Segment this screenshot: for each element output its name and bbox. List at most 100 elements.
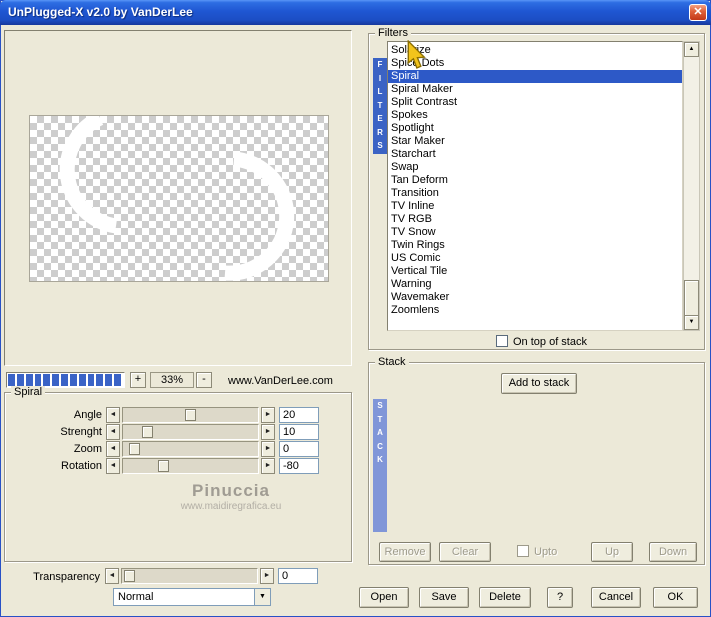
filter-list-item[interactable]: Warning [388, 278, 682, 291]
add-to-stack-button[interactable]: Add to stack [501, 373, 577, 394]
slider-track[interactable] [122, 458, 259, 474]
zoom-out-button[interactable]: - [196, 372, 212, 388]
slider-thumb[interactable] [158, 460, 169, 472]
slider-track[interactable] [122, 424, 259, 440]
scrollbar-thumb[interactable] [684, 280, 699, 316]
title-bar[interactable]: UnPlugged-X v2.0 by VanDerLee ✕ [0, 0, 711, 25]
dialog-window: UnPlugged-X v2.0 by VanDerLee ✕ + 33% - … [0, 0, 711, 617]
filter-list-item[interactable]: Spokes [388, 109, 682, 122]
filter-list-item[interactable]: Spiral Maker [388, 83, 682, 96]
preview-panel[interactable] [4, 30, 352, 366]
filter-list-item[interactable]: TV RGB [388, 213, 682, 226]
filter-list-item[interactable]: TV Snow [388, 226, 682, 239]
slider-row: Zoom ◄ ► [5, 441, 351, 457]
slider-track[interactable] [122, 407, 259, 423]
slider-track[interactable] [122, 441, 259, 457]
filter-list-item[interactable]: Wavemaker [388, 291, 682, 304]
progress-segment [114, 374, 121, 386]
transparency-thumb[interactable] [124, 570, 135, 582]
transparency-value-input[interactable] [278, 568, 318, 584]
filter-list-item[interactable]: Solarize [388, 44, 682, 57]
filter-list-scrollbar[interactable]: ▲ ▼ [683, 41, 700, 331]
stack-group: Stack Add to stack STACK Remove Clear Up… [368, 356, 705, 565]
filter-list-item[interactable]: TV Inline [388, 200, 682, 213]
progress-segment [78, 374, 86, 386]
vendor-website-label[interactable]: www.VanDerLee.com [228, 375, 333, 387]
transparency-right-arrow[interactable]: ► [260, 568, 274, 584]
clear-button[interactable]: Clear [439, 542, 491, 562]
blend-mode-combobox[interactable]: Normal ▼ [113, 588, 271, 606]
slider-row: Angle ◄ ► [5, 407, 351, 423]
up-button[interactable]: Up [591, 542, 633, 562]
progress-segment [52, 374, 60, 386]
filter-list-item[interactable]: US Comic [388, 252, 682, 265]
transparency-left-arrow[interactable]: ◄ [105, 568, 119, 584]
checkbox-icon[interactable] [517, 545, 529, 557]
progress-segment [16, 374, 24, 386]
filter-list-item[interactable]: Spice Dots [388, 57, 682, 70]
combo-dropdown-button[interactable]: ▼ [254, 589, 270, 605]
spiral-group: Spiral Angle ◄ ► Strenght ◄ ► Zoom ◄ ► Rotation ◄ ►… [4, 386, 352, 562]
filter-list-item[interactable]: Starchart [388, 148, 682, 161]
transparency-track[interactable] [121, 568, 258, 584]
slider-value-input[interactable] [279, 407, 319, 423]
blend-mode-value: Normal [118, 591, 154, 603]
zoom-in-button[interactable]: + [130, 372, 146, 388]
slider-thumb[interactable] [185, 409, 196, 421]
progress-segment [96, 374, 104, 386]
slider-left-arrow[interactable]: ◄ [106, 458, 120, 474]
slider-value-input[interactable] [279, 424, 319, 440]
filter-list-item[interactable]: Split Contrast [388, 96, 682, 109]
filters-vertical-tab: FILTERS [373, 58, 387, 154]
spiral-preview-shapes [59, 116, 295, 281]
slider-right-arrow[interactable]: ► [261, 458, 275, 474]
spiral-group-title: Spiral [11, 386, 46, 398]
slider-left-arrow[interactable]: ◄ [106, 441, 120, 457]
filter-list[interactable]: Solarize Spice Dots Spiral Spiral Maker Spli… [387, 41, 683, 331]
filter-list-item[interactable]: Zoomlens [388, 304, 682, 317]
chevron-down-icon: ▼ [259, 593, 266, 600]
watermark-url: www.maidiregrafica.eu [180, 501, 282, 512]
slider-row: Rotation ◄ ► [5, 458, 351, 474]
slider-thumb[interactable] [129, 443, 140, 455]
open-button[interactable]: Open [359, 587, 409, 608]
filter-list-item[interactable]: Transition [388, 187, 682, 200]
slider-right-arrow[interactable]: ► [261, 441, 275, 457]
down-button[interactable]: Down [649, 542, 697, 562]
slider-right-arrow[interactable]: ► [261, 407, 275, 423]
transparency-label: Transparency [33, 571, 100, 583]
filter-list-item[interactable]: Spiral [388, 70, 682, 83]
help-button[interactable]: ? [547, 587, 573, 608]
progress-segment [105, 374, 113, 386]
slider-label: Rotation [61, 460, 102, 472]
filter-list-item[interactable]: Twin Rings [388, 239, 682, 252]
slider-right-arrow[interactable]: ► [261, 424, 275, 440]
filter-list-item[interactable]: Spotlight [388, 122, 682, 135]
progress-segment [8, 374, 15, 386]
remove-button[interactable]: Remove [379, 542, 431, 562]
on-top-of-stack-checkbox[interactable]: On top of stack [496, 335, 587, 348]
ok-button[interactable]: OK [653, 587, 698, 608]
progress-segment [34, 374, 42, 386]
slider-value-input[interactable] [279, 441, 319, 457]
checkbox-icon[interactable] [496, 335, 508, 347]
save-button[interactable]: Save [419, 587, 469, 608]
slider-left-arrow[interactable]: ◄ [106, 424, 120, 440]
slider-value-input[interactable] [279, 458, 319, 474]
delete-button[interactable]: Delete [479, 587, 531, 608]
scroll-up-icon[interactable]: ▲ [684, 42, 699, 57]
filter-list-item[interactable]: Swap [388, 161, 682, 174]
cancel-button[interactable]: Cancel [591, 587, 641, 608]
zoom-level: 33% [150, 372, 194, 388]
slider-label: Angle [73, 409, 102, 421]
upto-checkbox[interactable]: Upto [517, 545, 557, 558]
filter-list-item[interactable]: Vertical Tile [388, 265, 682, 278]
filter-list-item[interactable]: Star Maker [388, 135, 682, 148]
watermark-text: Pinuccia [192, 481, 270, 500]
slider-left-arrow[interactable]: ◄ [106, 407, 120, 423]
close-button[interactable]: ✕ [689, 4, 707, 21]
slider-thumb[interactable] [142, 426, 153, 438]
slider-label: Strenght [60, 426, 102, 438]
filter-list-item[interactable]: Tan Deform [388, 174, 682, 187]
scroll-down-icon[interactable]: ▼ [684, 315, 699, 330]
